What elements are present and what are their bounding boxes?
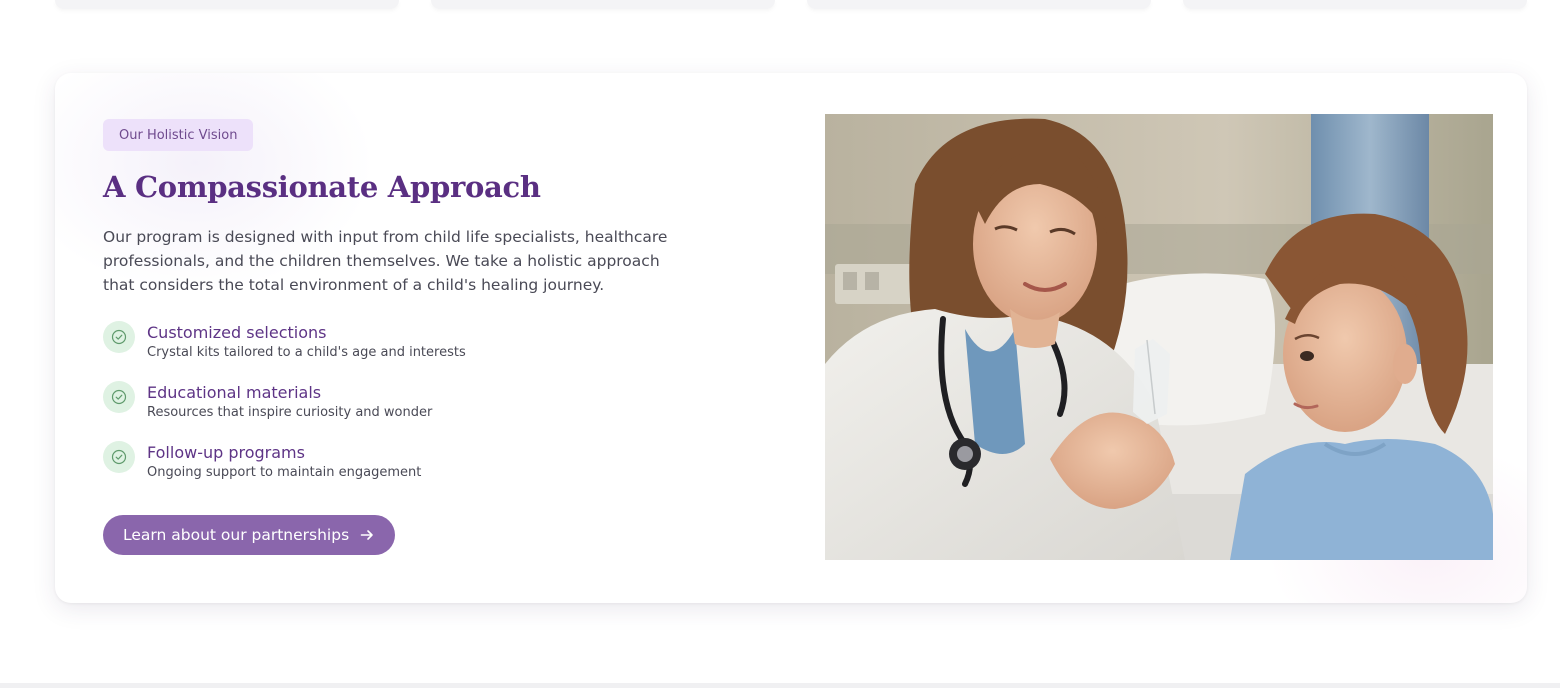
doctor-child-photo [825,114,1493,560]
list-item: Follow-up programs Ongoing support to ma… [103,441,723,501]
section-badge: Our Holistic Vision [103,119,254,151]
section-title: A Compassionate Approach [103,170,541,204]
check-circle-icon [103,441,135,473]
previous-card [431,0,775,9]
feature-text: Follow-up programs Ongoing support to ma… [147,441,421,482]
previous-section-cards [55,0,1527,9]
previous-card [1183,0,1527,9]
section-content: Our Holistic Vision A Compassionate Appr… [103,119,723,555]
list-item: Customized selections Crystal kits tailo… [103,321,723,381]
arrow-right-icon [360,530,373,540]
next-section-edge [0,683,1560,688]
previous-card [807,0,1151,9]
section-description: Our program is designed with input from … [103,228,668,294]
feature-list: Customized selections Crystal kits tailo… [103,321,723,501]
list-item: Educational materials Resources that ins… [103,381,723,441]
check-circle-icon [103,321,135,353]
feature-subtitle: Ongoing support to maintain engagement [147,465,422,480]
check-circle-icon [103,381,135,413]
previous-card [55,0,399,9]
button-label: Learn about our partnerships [123,526,350,544]
feature-subtitle: Crystal kits tailored to a child's age a… [147,345,466,360]
feature-title: Educational materials [147,383,322,402]
feature-text: Customized selections Crystal kits tailo… [147,321,466,362]
learn-partnerships-button[interactable]: Learn about our partnerships [103,515,396,555]
feature-text: Educational materials Resources that ins… [147,381,432,422]
feature-title: Follow-up programs [147,443,305,462]
feature-title: Customized selections [147,323,327,342]
feature-subtitle: Resources that inspire curiosity and won… [147,405,433,420]
holistic-vision-section: Our Holistic Vision A Compassionate Appr… [55,73,1527,603]
